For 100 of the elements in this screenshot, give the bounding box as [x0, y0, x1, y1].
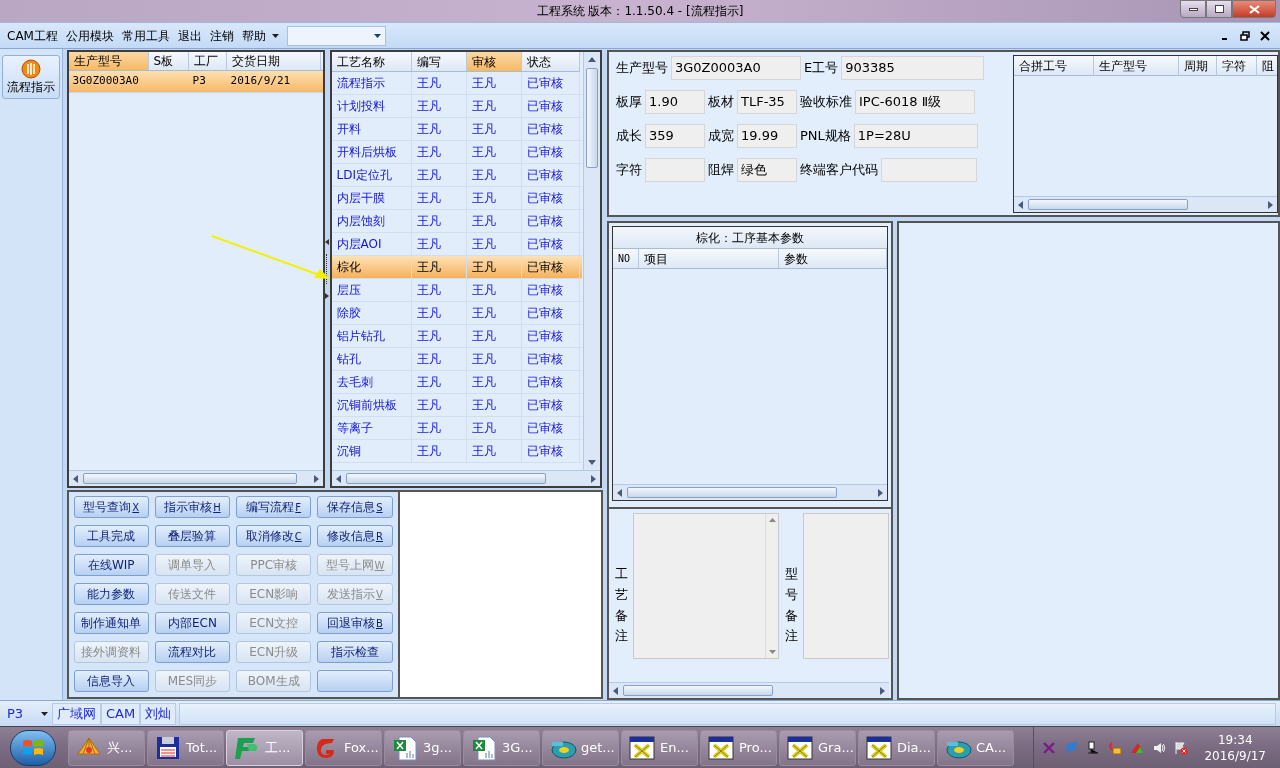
action-button[interactable]: 编写流程F [236, 496, 312, 518]
action-button[interactable]: 修改信息R [317, 525, 393, 547]
scroll-down-icon[interactable] [769, 650, 776, 654]
action-button[interactable]: 信息导入 [73, 670, 149, 692]
start-button[interactable] [10, 729, 56, 766]
scroll-right-icon[interactable] [880, 686, 885, 695]
scrollbar[interactable] [331, 470, 600, 486]
menu-item[interactable]: CAM工程 [4, 26, 61, 45]
table-row[interactable]: 开料 王凡 王凡 已审核 [331, 118, 582, 141]
table-row[interactable]: 内层蚀刻 王凡 王凡 已审核 [331, 210, 582, 233]
text-field[interactable]: 1.90 [645, 90, 705, 114]
table-row[interactable]: 层压 王凡 王凡 已审核 [331, 279, 582, 302]
table-row[interactable]: 内层AOI 王凡 王凡 已审核 [331, 233, 582, 256]
table-row[interactable]: 内层干膜 王凡 王凡 已审核 [331, 187, 582, 210]
action-button[interactable]: 型号查询 X [73, 496, 149, 518]
scroll-thumb[interactable] [82, 473, 297, 484]
column-header[interactable]: 工艺名称 [331, 52, 412, 71]
scroll-left-icon[interactable] [617, 488, 622, 497]
table-row[interactable]: 除胶 王凡 王凡 已审核 [331, 302, 582, 325]
scroll-thumb[interactable] [627, 487, 837, 498]
scroll-thumb[interactable] [345, 473, 546, 484]
action-button[interactable]: 叠层验算 [154, 525, 231, 547]
scroll-thumb[interactable] [623, 685, 773, 696]
column-header[interactable]: 周期 [1179, 56, 1217, 75]
scroll-left-icon[interactable] [1018, 200, 1023, 209]
action-button[interactable]: 流程对比 [154, 641, 231, 663]
table-row[interactable]: 计划投料 王凡 王凡 已审核 [331, 95, 582, 118]
menu-item[interactable]: 公用模块 [62, 26, 117, 45]
scroll-thumb[interactable] [1028, 199, 1188, 210]
dropdown-field[interactable] [286, 25, 386, 46]
menu-item[interactable]: 注销 [206, 26, 237, 45]
scroll-left-icon[interactable] [72, 474, 78, 483]
speaker-icon[interactable] [1152, 740, 1167, 755]
column-header[interactable]: S板 [148, 52, 189, 70]
column-header[interactable]: 编写 [411, 52, 467, 71]
flag-icon[interactable] [1174, 740, 1189, 755]
status-dropdown[interactable]: P3 [0, 703, 52, 724]
action-button[interactable]: 指示检查 [317, 641, 393, 663]
text-field[interactable]: 绿色 [737, 158, 797, 182]
column-header[interactable]: 工厂 [188, 52, 227, 70]
action-button[interactable] [317, 670, 393, 692]
text-field[interactable]: 3G0Z0003A0 [671, 56, 801, 80]
scroll-left-icon[interactable] [335, 474, 341, 483]
scroll-left-icon[interactable] [613, 686, 618, 695]
table-row[interactable]: 流程指示 王凡 王凡 已审核 [331, 72, 582, 95]
text-field[interactable] [645, 158, 705, 182]
scroll-right-icon[interactable] [590, 474, 596, 483]
table-row[interactable]: 沉铜 王凡 王凡 已审核 [331, 440, 582, 463]
table-row[interactable]: 沉铜前烘板 王凡 王凡 已审核 [331, 394, 582, 417]
column-header[interactable]: 阻 [1257, 56, 1277, 75]
column-header[interactable]: 项目 [639, 249, 779, 268]
action-button[interactable]: 指示审核H [154, 496, 231, 518]
scroll-up-icon[interactable] [769, 518, 776, 522]
clock-time[interactable]: 19:34 [1217, 731, 1253, 748]
column-header[interactable]: NO [613, 249, 639, 268]
menu-item[interactable]: 常用工具 [118, 26, 173, 45]
column-header[interactable]: 审核 [466, 52, 522, 71]
column-header[interactable]: 合拼工号 [1014, 56, 1094, 75]
scroll-thumb[interactable] [585, 68, 598, 168]
text-field[interactable]: IPC-6018 Ⅱ级 [855, 90, 975, 114]
action-button[interactable]: 回退审核B [317, 612, 393, 634]
maximize-button[interactable] [1206, 0, 1232, 18]
clock-date[interactable]: 2016/9/17 [1204, 747, 1266, 764]
table-row[interactable]: 铝片钻孔 王凡 王凡 已审核 [331, 325, 582, 348]
column-header[interactable]: 生产型号 [1094, 56, 1179, 75]
menu-item[interactable]: 帮助 [238, 26, 269, 45]
table-row[interactable]: 棕化 王凡 王凡 已审核 [331, 256, 582, 279]
text-field[interactable]: 359 [645, 124, 705, 148]
text-field[interactable]: 1P=28U [853, 124, 978, 148]
mail-icon[interactable] [1108, 740, 1123, 755]
action-button[interactable]: 制作通知单 [73, 612, 149, 634]
scrollbar[interactable] [582, 52, 600, 470]
taskbar-button[interactable]: 兴... [68, 729, 145, 766]
minimize-button[interactable] [1180, 0, 1206, 18]
scrollbar[interactable] [765, 514, 778, 658]
arrow-right-icon[interactable] [325, 293, 330, 299]
mdi-restore-icon[interactable] [1240, 30, 1250, 41]
scroll-right-icon[interactable] [313, 474, 319, 483]
close-button[interactable] [1232, 0, 1276, 18]
action-button[interactable]: 保存信息S [317, 496, 393, 518]
network-icon[interactable] [1086, 740, 1101, 755]
table-row[interactable]: 去毛刺 王凡 王凡 已审核 [331, 371, 582, 394]
scrollbar[interactable] [613, 484, 887, 500]
notes-field[interactable] [803, 513, 889, 659]
table-row[interactable]: 3G0Z0003A0 P3 2016/9/21 [68, 71, 323, 93]
table-row[interactable]: 等离子 王凡 王凡 已审核 [331, 417, 582, 440]
table-row[interactable]: 钻孔 王凡 王凡 已审核 [331, 348, 582, 371]
text-field[interactable]: 903385 [841, 56, 985, 80]
text-field[interactable]: TLF-35 [737, 90, 797, 114]
scrollbar[interactable] [68, 470, 323, 486]
scroll-right-icon[interactable] [1268, 200, 1273, 209]
menu-item[interactable]: 退出 [174, 26, 205, 45]
column-header[interactable]: 状态 [521, 52, 580, 71]
arrow-left-icon[interactable] [325, 239, 330, 245]
close-icon[interactable] [1260, 30, 1270, 41]
notes-field[interactable] [633, 513, 779, 659]
table-row[interactable]: 开料后烘板 王凡 王凡 已审核 [331, 141, 582, 164]
scroll-right-icon[interactable] [878, 488, 883, 497]
column-header[interactable]: 字符 [1217, 56, 1257, 75]
action-button[interactable]: 取消修改C [236, 525, 312, 547]
